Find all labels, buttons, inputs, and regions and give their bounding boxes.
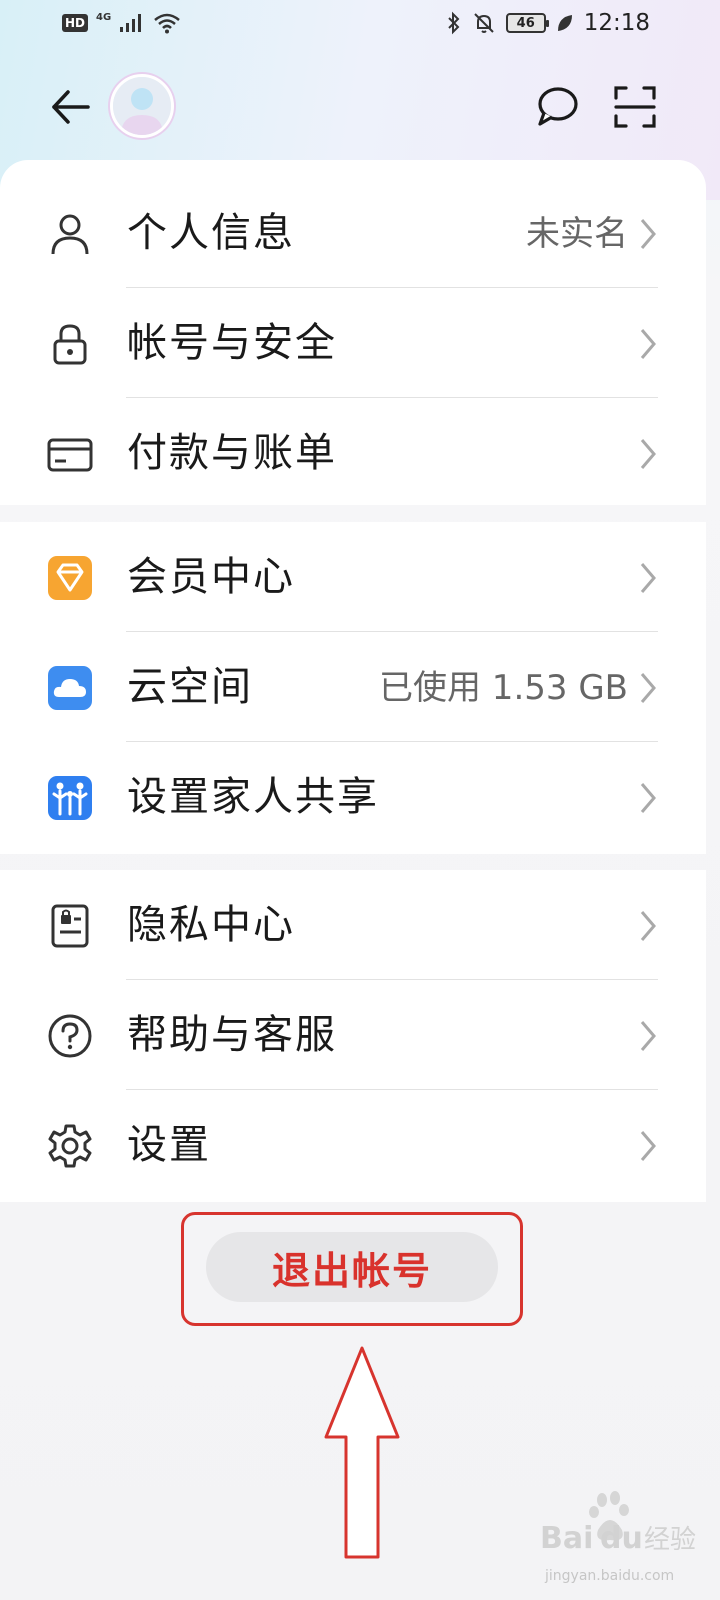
list-item-label: 帮助与客服 — [127, 1012, 337, 1058]
cloud-icon — [48, 666, 92, 710]
list-item-label: 付款与账单 — [127, 430, 337, 476]
lock-icon — [53, 324, 87, 365]
scan-frame-icon — [614, 86, 656, 128]
chevron-right-icon — [640, 563, 656, 593]
list-item-family-sharing[interactable]: 设置家人共享 — [0, 742, 706, 852]
list-item-payment-billing[interactable]: 付款与账单 — [0, 398, 706, 508]
settings-group: 隐私中心 帮助与客服 设置 — [0, 870, 706, 1202]
list-item-value: 已使用 1.53 GB — [379, 668, 628, 708]
person-outline-icon — [51, 214, 89, 255]
signal-icon — [120, 14, 142, 32]
message-button[interactable] — [532, 82, 582, 132]
avatar[interactable] — [110, 74, 174, 138]
chevron-right-icon — [640, 673, 656, 703]
list-item-value: 未实名 — [526, 214, 628, 254]
status-bar: HD 4G 46 12:18 — [0, 0, 720, 52]
back-button[interactable] — [46, 82, 96, 132]
user-avatar-icon — [113, 77, 171, 135]
clock: 12:18 — [583, 10, 650, 36]
chevron-right-icon — [640, 439, 656, 469]
network-type: 4G — [96, 11, 112, 23]
chevron-right-icon — [640, 1131, 656, 1161]
help-icon — [48, 1014, 92, 1058]
chevron-right-icon — [640, 219, 656, 249]
app-header — [0, 60, 720, 155]
list-item-account-security[interactable]: 帐号与安全 — [0, 288, 706, 398]
scan-button[interactable] — [610, 82, 660, 132]
list-item-label: 云空间 — [127, 664, 253, 710]
mute-bell-icon — [473, 13, 494, 33]
family-icon — [48, 776, 92, 820]
speech-bubble-icon — [538, 87, 578, 126]
list-item-label: 个人信息 — [127, 210, 295, 256]
arrow-up-annotation-icon — [324, 1346, 400, 1559]
wifi-icon — [154, 13, 180, 34]
list-item-cloud-space[interactable]: 云空间 已使用 1.53 GB — [0, 632, 706, 742]
services-group: 会员中心 云空间 已使用 1.53 GB 设置家人共享 — [0, 522, 706, 854]
battery-level: 46 — [516, 15, 535, 31]
logout-button[interactable]: 退出帐号 — [206, 1232, 498, 1302]
card-icon — [47, 438, 93, 472]
list-item-label: 设置家人共享 — [127, 774, 379, 820]
list-item-label: 会员中心 — [127, 554, 295, 600]
hd-badge: HD — [62, 14, 89, 32]
leaf-icon — [557, 15, 572, 31]
account-group: 个人信息 未实名 帐号与安全 付款与账单 — [0, 160, 706, 505]
gear-icon — [48, 1124, 92, 1168]
list-item-help-support[interactable]: 帮助与客服 — [0, 980, 706, 1090]
arrow-left-icon — [52, 90, 90, 124]
chevron-right-icon — [640, 911, 656, 941]
svg-text:du: du — [600, 1521, 643, 1556]
list-item-label: 帐号与安全 — [127, 320, 337, 366]
chevron-right-icon — [640, 1021, 656, 1051]
svg-text:Bai: Bai — [540, 1521, 593, 1556]
diamond-icon — [48, 556, 92, 600]
list-item-label: 设置 — [127, 1122, 211, 1168]
list-item-personal-info[interactable]: 个人信息 未实名 — [0, 178, 706, 288]
watermark-url: jingyan.baidu.com — [545, 1568, 675, 1584]
list-item-privacy-center[interactable]: 隐私中心 — [0, 870, 706, 980]
bluetooth-icon — [447, 11, 460, 35]
privacy-icon — [51, 904, 89, 948]
list-item-vip-center[interactable]: 会员中心 — [0, 522, 706, 632]
battery-indicator: 46 — [505, 13, 549, 33]
svg-text:经验: 经验 — [644, 1525, 696, 1555]
list-item-label: 隐私中心 — [127, 902, 295, 948]
chevron-right-icon — [640, 783, 656, 813]
chevron-right-icon — [640, 329, 656, 359]
list-item-settings[interactable]: 设置 — [0, 1090, 706, 1200]
